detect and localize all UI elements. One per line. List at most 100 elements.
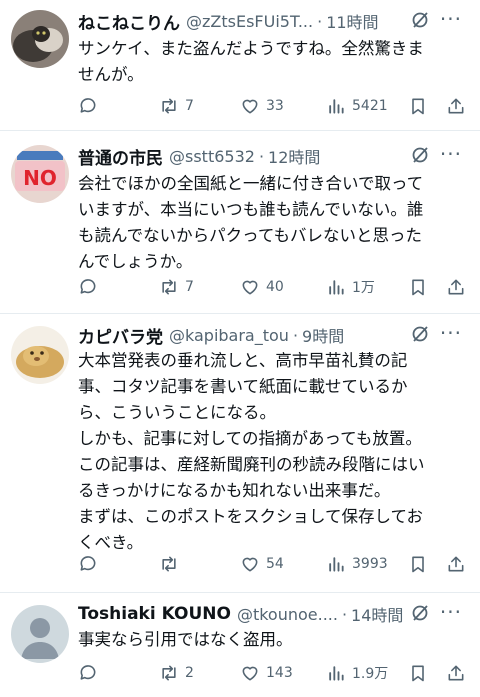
share-button[interactable] xyxy=(446,273,466,301)
like-icon xyxy=(242,99,258,114)
reply-icon xyxy=(80,665,96,680)
views-count: 3993 xyxy=(352,556,388,572)
share-icon xyxy=(448,556,464,572)
share-icon xyxy=(448,279,464,295)
separator: · xyxy=(341,604,348,624)
reply-button[interactable] xyxy=(78,92,104,120)
views-button[interactable]: 1.9万 xyxy=(326,659,388,687)
repost-count: 7 xyxy=(185,98,194,114)
like-count: 143 xyxy=(266,665,293,681)
like-button[interactable]: 54 xyxy=(240,550,284,578)
like-icon xyxy=(242,280,258,295)
bookmark-button[interactable] xyxy=(408,273,428,301)
bookmark-button[interactable] xyxy=(408,92,428,120)
views-count: 5421 xyxy=(352,98,388,114)
post-time[interactable]: 14時間 xyxy=(351,602,403,626)
views-icon xyxy=(329,557,344,572)
post-header: Toshiaki KOUNO @tkounoe.... · 14時間 ··· xyxy=(78,601,470,627)
user-handle[interactable]: @sstt6532 xyxy=(169,147,255,166)
repost-icon xyxy=(162,556,176,572)
post-text: サンケイ、また盗んだようですね。全然驚きま せんが。 xyxy=(78,39,424,84)
post-header: ねこねこりん @zZtsEsFUi5T... · 11時間 ··· xyxy=(78,8,470,34)
bookmark-icon xyxy=(412,665,424,682)
reply-icon xyxy=(80,556,96,571)
action-bar: 7 33 5421 xyxy=(74,92,474,120)
grok-icon[interactable] xyxy=(410,603,430,623)
display-name[interactable]: 普通の市民 xyxy=(78,144,163,169)
display-name[interactable]: ねこねこりん xyxy=(78,9,180,34)
share-icon xyxy=(448,665,464,681)
more-icon[interactable]: ··· xyxy=(440,322,462,344)
repost-count: 2 xyxy=(185,665,194,681)
share-button[interactable] xyxy=(446,550,466,578)
views-icon xyxy=(329,666,344,681)
post-time[interactable]: 11時間 xyxy=(326,9,378,33)
post-text: 事実なら引用ではなく盗用。 xyxy=(78,630,293,649)
share-icon xyxy=(448,98,464,114)
grok-icon[interactable] xyxy=(410,145,430,165)
more-icon[interactable]: ··· xyxy=(440,8,462,30)
display-name[interactable]: Toshiaki KOUNO xyxy=(78,604,231,624)
bookmark-button[interactable] xyxy=(408,550,428,578)
repost-button[interactable]: 7 xyxy=(159,92,194,120)
repost-icon xyxy=(162,279,176,295)
views-count: 1万 xyxy=(352,280,375,296)
like-count: 54 xyxy=(266,556,284,572)
separator: · xyxy=(258,146,265,166)
repost-button[interactable]: 7 xyxy=(159,273,194,301)
user-handle[interactable]: @kapibara_tou xyxy=(169,326,289,345)
like-count: 40 xyxy=(266,279,284,295)
share-button[interactable] xyxy=(446,659,466,687)
post-1[interactable]: ねこねこりん @zZtsEsFUi5T... · 11時間 ··· サンケイ、ま… xyxy=(0,0,480,126)
action-bar: 7 40 1万 xyxy=(74,273,474,301)
reply-button[interactable] xyxy=(78,550,104,578)
bookmark-icon xyxy=(412,556,424,573)
reply-icon xyxy=(80,279,96,294)
like-button[interactable]: 33 xyxy=(240,92,284,120)
display-name[interactable]: カピバラ党 xyxy=(78,323,163,348)
like-count: 33 xyxy=(266,98,284,114)
avatar[interactable] xyxy=(11,10,69,68)
more-icon[interactable]: ··· xyxy=(440,143,462,165)
post-text: 大本営発表の垂れ流しと、高市早苗礼賛の記 事、コタツ記事を書いて紙面に載せている… xyxy=(78,351,425,552)
more-icon[interactable]: ··· xyxy=(440,601,462,623)
like-icon xyxy=(242,557,258,572)
bookmark-icon xyxy=(412,279,424,296)
views-icon xyxy=(329,99,344,114)
views-icon xyxy=(329,280,344,295)
post-header: カピバラ党 @kapibara_tou · 9時間 ··· xyxy=(78,322,470,348)
like-button[interactable]: 143 xyxy=(240,659,293,687)
post-time[interactable]: 9時間 xyxy=(302,323,344,347)
share-button[interactable] xyxy=(446,92,466,120)
views-button[interactable]: 1万 xyxy=(326,273,375,301)
repost-button[interactable]: 2 xyxy=(159,659,194,687)
action-bar: 2 143 1.9万 xyxy=(74,659,474,687)
action-bar: 54 3993 xyxy=(74,550,474,578)
grok-icon[interactable] xyxy=(410,10,430,30)
reply-button[interactable] xyxy=(78,659,104,687)
like-icon xyxy=(242,666,258,681)
post-2[interactable]: NO 普通の市民 @sstt6532 · 12時間 ··· 会社でほかの全国紙と… xyxy=(0,131,480,310)
avatar[interactable]: NO xyxy=(11,145,69,203)
reply-icon xyxy=(80,98,96,113)
separator: · xyxy=(292,325,299,345)
reply-button[interactable] xyxy=(78,273,104,301)
like-button[interactable]: 40 xyxy=(240,273,284,301)
post-time[interactable]: 12時間 xyxy=(268,144,320,168)
repost-button[interactable] xyxy=(159,550,185,578)
grok-icon[interactable] xyxy=(410,324,430,344)
bookmark-button[interactable] xyxy=(408,659,428,687)
views-button[interactable]: 5421 xyxy=(326,92,388,120)
avatar[interactable] xyxy=(11,326,69,384)
repost-icon xyxy=(162,98,176,114)
views-button[interactable]: 3993 xyxy=(326,550,388,578)
bookmark-icon xyxy=(412,98,424,115)
user-handle[interactable]: @zZtsEsFUi5T... xyxy=(186,12,313,31)
repost-icon xyxy=(162,665,176,681)
post-4[interactable]: Toshiaki KOUNO @tkounoe.... · 14時間 ··· 事… xyxy=(0,593,480,697)
avatar[interactable] xyxy=(11,605,69,663)
user-handle[interactable]: @tkounoe.... xyxy=(237,605,338,624)
post-header: 普通の市民 @sstt6532 · 12時間 ··· xyxy=(78,143,470,169)
post-3[interactable]: カピバラ党 @kapibara_tou · 9時間 ··· 大本営発表の垂れ流し… xyxy=(0,314,480,590)
post-text: 会社でほかの全国紙と一緒に付き合いで取って いますが、本当にいつも誰も読んでいな… xyxy=(78,174,424,271)
